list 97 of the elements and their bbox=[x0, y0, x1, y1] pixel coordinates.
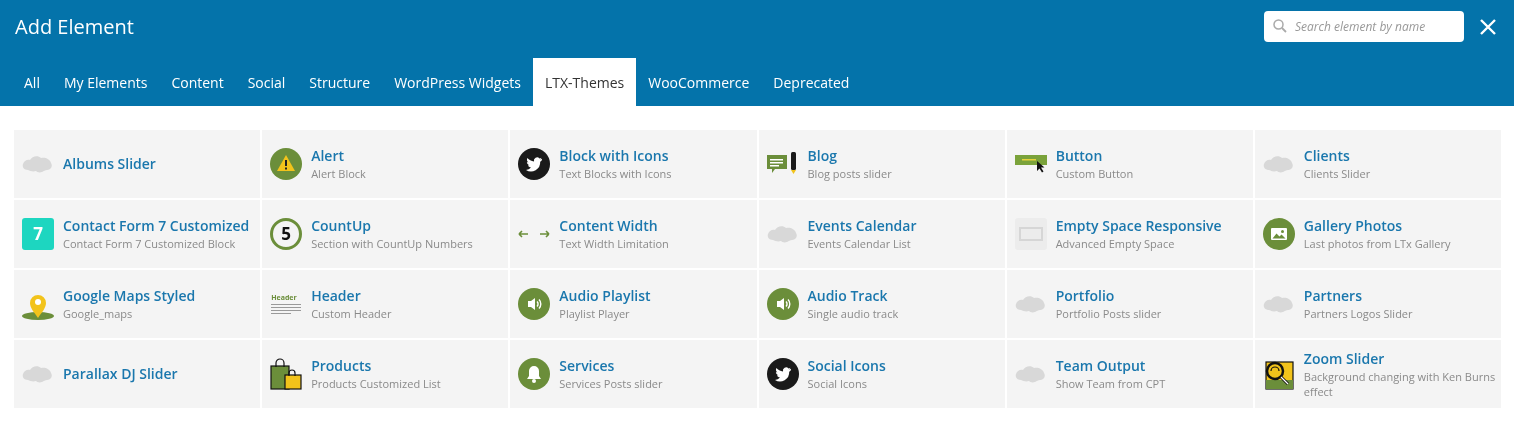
element-title: Zoom Slider bbox=[1303, 349, 1386, 368]
element-title: Clients bbox=[1303, 147, 1351, 165]
element-title: Gallery Photos bbox=[1303, 217, 1404, 235]
element-title: Albums Slider bbox=[63, 155, 156, 173]
element-title: Portfolio bbox=[1055, 287, 1116, 305]
element-card[interactable]: Parallax DJ Slider bbox=[14, 340, 261, 408]
element-title: Google Maps Styled bbox=[63, 287, 196, 305]
category-tab[interactable]: WordPress Widgets bbox=[382, 58, 533, 106]
element-description: Single audio track bbox=[807, 306, 899, 321]
element-description: Services Posts slider bbox=[559, 376, 663, 391]
number-icon: 7 bbox=[22, 218, 54, 250]
element-title: Empty Space Responsive bbox=[1055, 217, 1222, 235]
element-card[interactable]: 7 Contact Form 7 Customized Contact Form 7 Customized Block bbox=[14, 200, 261, 268]
category-tab[interactable]: Deprecated bbox=[761, 58, 862, 106]
speaker-icon bbox=[766, 288, 799, 320]
element-card[interactable]: Social Icons Social Icons bbox=[758, 340, 1005, 408]
element-title: Social Icons bbox=[807, 357, 886, 375]
element-description: Text Blocks with Icons bbox=[559, 166, 672, 181]
element-card[interactable]: Blog Blog posts slider bbox=[758, 130, 1005, 198]
bird-icon bbox=[766, 358, 799, 390]
element-description: Show Team from CPT bbox=[1055, 376, 1166, 391]
element-card[interactable]: Team Output Show Team from CPT bbox=[1006, 340, 1253, 408]
close-icon[interactable] bbox=[1480, 18, 1496, 35]
element-description: Events Calendar List bbox=[807, 236, 912, 251]
window-title: Add Element bbox=[15, 11, 134, 42]
element-description: Advanced Empty Space bbox=[1055, 236, 1176, 251]
element-description: Google_maps bbox=[63, 306, 134, 321]
element-card[interactable]: Audio Playlist Playlist Player bbox=[510, 270, 757, 338]
element-card[interactable]: 5 CountUp Section with CountUp Numbers bbox=[262, 200, 509, 268]
element-title: Events Calendar bbox=[807, 217, 917, 235]
element-card[interactable]: Button Custom Button bbox=[1006, 130, 1253, 198]
speech-bubble-pen-icon bbox=[766, 151, 799, 177]
element-card[interactable]: Clients Clients Slider bbox=[1254, 130, 1501, 198]
element-card[interactable]: Content Width Text Width Limitation bbox=[510, 200, 757, 268]
empty-frame-icon bbox=[1014, 218, 1047, 250]
element-title: Audio Playlist bbox=[559, 287, 651, 305]
element-card[interactable]: Zoom Slider Background changing with Ken Burns effect bbox=[1254, 340, 1501, 408]
element-description: Partners Logos Slider bbox=[1303, 306, 1413, 321]
search-field[interactable]: Search element by name bbox=[1264, 11, 1464, 42]
element-title: Services bbox=[559, 357, 616, 375]
element-card[interactable]: Google Maps Styled Google_maps bbox=[14, 270, 261, 338]
element-title: Block with Icons bbox=[559, 147, 670, 165]
category-tab[interactable]: Structure bbox=[297, 58, 383, 106]
category-tab[interactable]: Social bbox=[235, 58, 298, 106]
element-card[interactable]: Alert Alert Block bbox=[262, 130, 509, 198]
element-title: Partners bbox=[1303, 287, 1363, 305]
element-description: Clients Slider bbox=[1303, 166, 1371, 181]
element-card[interactable]: Partners Partners Logos Slider bbox=[1254, 270, 1501, 338]
element-card[interactable]: Products Products Customized List bbox=[262, 340, 509, 408]
element-description: Last photos from LTx Gallery bbox=[1303, 236, 1451, 251]
shopping-bags-icon bbox=[270, 358, 303, 390]
element-title: CountUp bbox=[311, 217, 372, 235]
element-card[interactable]: Albums Slider bbox=[14, 130, 261, 198]
element-description: Playlist Player bbox=[559, 306, 631, 321]
element-title: Audio Track bbox=[807, 287, 889, 305]
element-card[interactable]: Gallery Photos Last photos from LTx Gallery bbox=[1254, 200, 1501, 268]
element-description: Text Width Limitation bbox=[559, 236, 669, 251]
element-card[interactable]: Services Services Posts slider bbox=[510, 340, 757, 408]
element-title: Products bbox=[311, 357, 373, 375]
speaker-icon bbox=[518, 288, 551, 320]
category-tab[interactable]: All bbox=[12, 58, 52, 106]
magnifier-picture-icon bbox=[1262, 358, 1295, 390]
element-card[interactable]: Empty Space Responsive Advanced Empty Space bbox=[1006, 200, 1253, 268]
image-icon bbox=[1262, 218, 1295, 250]
element-description: Products Customized List bbox=[311, 376, 441, 391]
cursor-on-button-icon bbox=[1014, 154, 1047, 174]
element-card[interactable]: Portfolio Portfolio Posts slider bbox=[1006, 270, 1253, 338]
category-tab[interactable]: My Elements bbox=[51, 58, 160, 106]
element-description: Custom Header bbox=[311, 306, 392, 321]
bell-icon bbox=[518, 358, 551, 390]
bird-icon bbox=[518, 148, 551, 180]
element-title: Content Width bbox=[559, 217, 659, 235]
category-tab[interactable]: Content bbox=[159, 58, 236, 106]
left-right-arrows-icon bbox=[518, 228, 551, 240]
element-description: Section with CountUp Numbers bbox=[311, 236, 473, 251]
element-card[interactable]: Events Calendar Events Calendar List bbox=[758, 200, 1005, 268]
element-title: Header bbox=[311, 287, 362, 305]
element-title: Contact Form 7 Customized bbox=[63, 217, 250, 235]
element-card[interactable]: Audio Track Single audio track bbox=[758, 270, 1005, 338]
element-title: Blog bbox=[807, 147, 838, 165]
category-tab[interactable]: WooCommerce bbox=[636, 58, 762, 106]
element-title: Parallax DJ Slider bbox=[63, 365, 178, 383]
element-description: Portfolio Posts slider bbox=[1055, 306, 1162, 321]
element-description: Blog posts slider bbox=[807, 166, 892, 181]
element-description: Contact Form 7 Customized Block bbox=[63, 236, 237, 251]
warning-icon bbox=[270, 148, 303, 180]
search-icon bbox=[1273, 19, 1287, 33]
element-title: Button bbox=[1055, 147, 1104, 165]
element-title: Alert bbox=[311, 147, 345, 165]
element-description: Social Icons bbox=[807, 376, 868, 391]
number-icon: 5 bbox=[270, 218, 303, 250]
element-description: Background changing with Ken Burns effect bbox=[1303, 368, 1497, 399]
element-card[interactable]: Block with Icons Text Blocks with Icons bbox=[510, 130, 757, 198]
element-description: Alert Block bbox=[311, 166, 366, 181]
category-tab[interactable]: LTX-Themes bbox=[532, 58, 637, 106]
element-description: Custom Button bbox=[1055, 166, 1134, 181]
element-title: Team Output bbox=[1055, 357, 1147, 375]
